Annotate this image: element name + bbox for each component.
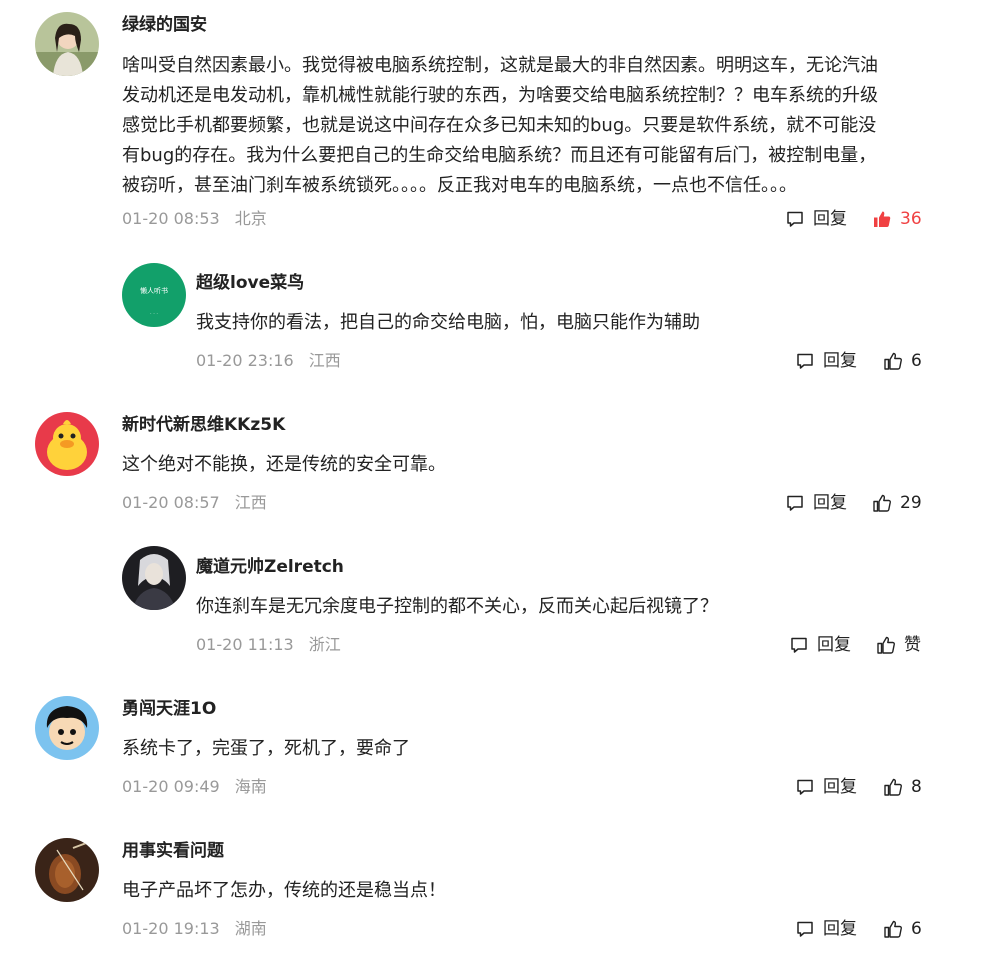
violin-avatar-icon [35, 838, 99, 902]
reply-label: 回复 [813, 209, 847, 229]
dark-anime-avatar-icon [122, 546, 186, 610]
comment-line: 发动机还是电发动机，靠机械性就能行驶的东西，为啥要交给电脑系统控制？？电车系统的… [122, 85, 878, 106]
comment-text: 我支持你的看法，把自己的命交给电脑，怕，电脑只能作为辅助 [196, 308, 700, 338]
like-count: 8 [911, 777, 922, 797]
comment-line: 电子产品坏了怎办，传统的还是稳当点！ [122, 880, 446, 901]
comment-text: 啥叫受自然因素最小。我觉得被电脑系统控制，这就是最大的非自然因素。明明这车，无论… [122, 51, 878, 201]
reply-label: 回复 [817, 635, 851, 655]
girl-portrait-avatar-icon [35, 12, 99, 76]
username[interactable]: 绿绿的国安 [122, 13, 207, 37]
comment-line: 系统卡了，完蛋了，死机了，要命了 [122, 738, 410, 759]
reply-button[interactable]: 回复 [789, 634, 851, 656]
reply-label: 回复 [823, 351, 857, 371]
comment-text: 你连刹车是无冗余度电子控制的都不关心，反而关心起后视镜了？ [196, 592, 718, 622]
like-count: 赞 [904, 635, 921, 655]
location: 江西 [234, 493, 267, 512]
comment-bubble-icon [797, 921, 813, 937]
like-count: 6 [911, 351, 922, 371]
reply-button[interactable]: 回复 [795, 350, 857, 372]
comment-meta: 01-20 08:57 江西 [122, 492, 277, 514]
reply-button[interactable]: 回复 [795, 776, 857, 798]
like-button[interactable]: 赞 [876, 634, 921, 656]
yellow-duck-avatar-icon [35, 412, 99, 476]
reply-label: 回复 [823, 919, 857, 939]
location: 海南 [234, 777, 267, 796]
comment-text: 系统卡了，完蛋了，死机了，要命了 [122, 734, 410, 764]
thumbs-up-icon [877, 636, 895, 654]
comment-line: 这个绝对不能换，还是传统的安全可靠。 [122, 454, 446, 475]
svg-text:· · ·: · · · [150, 311, 158, 317]
svg-text:懒人听书: 懒人听书 [140, 286, 168, 295]
avatar[interactable]: 懒人听书 · · · [122, 263, 186, 327]
like-button[interactable]: 6 [883, 350, 922, 372]
avatar[interactable] [35, 412, 99, 476]
username[interactable]: 用事实看问题 [122, 839, 224, 863]
username[interactable]: 勇闯天涯1O [122, 697, 216, 721]
timestamp: 01-20 11:13 [196, 635, 294, 654]
reply-button[interactable]: 回复 [785, 208, 847, 230]
timestamp: 01-20 19:13 [122, 919, 220, 938]
reply-label: 回复 [823, 777, 857, 797]
avatar[interactable] [35, 12, 99, 76]
comment-meta: 01-20 08:53 北京 [122, 208, 277, 230]
green-badge-avatar-icon: 懒人听书 · · · [122, 263, 186, 327]
timestamp: 01-20 08:57 [122, 493, 220, 512]
thumbs-up-icon [873, 494, 891, 512]
location: 浙江 [308, 635, 341, 654]
comment-meta: 01-20 09:49 海南 [122, 776, 277, 798]
comment-bubble-icon [787, 495, 803, 511]
reply-label: 回复 [813, 493, 847, 513]
comment-text: 这个绝对不能换，还是传统的安全可靠。 [122, 450, 446, 480]
comment-line: 感觉比手机都要频繁，也就是说这中间存在众多已知未知的bug。只要是软件系统，就不… [122, 115, 877, 136]
comment-meta: 01-20 19:13 湖南 [122, 918, 277, 940]
comment-line: 被窃听，甚至油门刹车被系统锁死。。。。反正我对电车的电脑系统，一点也不信任。。。 [122, 175, 797, 196]
reply-button[interactable]: 回复 [795, 918, 857, 940]
thumbs-up-icon [884, 920, 902, 938]
timestamp: 01-20 09:49 [122, 777, 220, 796]
comment-line: 有bug的存在。我为什么要把自己的生命交给电脑系统？而且还有可能留有后门，被控制… [122, 145, 877, 166]
comment-bubble-icon [791, 637, 807, 653]
thumbs-up-icon [884, 778, 902, 796]
like-button[interactable]: 8 [883, 776, 922, 798]
thumbs-up-icon [884, 352, 902, 370]
comment-line: 啥叫受自然因素最小。我觉得被电脑系统控制，这就是最大的非自然因素。明明这车，无论… [122, 55, 878, 76]
username[interactable]: 超级love菜鸟 [196, 271, 304, 295]
location: 北京 [234, 209, 267, 228]
comment-bubble-icon [787, 211, 803, 227]
comment-meta: 01-20 23:16 江西 [196, 350, 351, 372]
like-count: 29 [900, 493, 922, 513]
comment-bubble-icon [797, 353, 813, 369]
thumbs-up-filled-icon [874, 211, 891, 227]
location: 江西 [308, 351, 341, 370]
like-button[interactable]: 6 [883, 918, 922, 940]
comment-meta: 01-20 11:13 浙江 [196, 634, 351, 656]
comment-text: 电子产品坏了怎办，传统的还是稳当点！ [122, 876, 446, 906]
avatar[interactable] [35, 696, 99, 760]
comment-line: 你连刹车是无冗余度电子控制的都不关心，反而关心起后视镜了？ [196, 596, 718, 617]
comment-line: 我支持你的看法，把自己的命交给电脑，怕，电脑只能作为辅助 [196, 312, 700, 333]
cartoon-boy-avatar-icon [35, 696, 99, 760]
avatar[interactable] [122, 546, 186, 610]
like-count: 6 [911, 919, 922, 939]
timestamp: 01-20 08:53 [122, 209, 220, 228]
username[interactable]: 魔道元帅Zelretch [196, 555, 344, 579]
reply-button[interactable]: 回复 [785, 492, 847, 514]
username[interactable]: 新时代新思维KKz5K [122, 413, 285, 437]
like-button[interactable]: 29 [872, 492, 922, 514]
like-button[interactable]: 36 [872, 208, 922, 230]
comment-bubble-icon [797, 779, 813, 795]
location: 湖南 [234, 919, 267, 938]
timestamp: 01-20 23:16 [196, 351, 294, 370]
like-count: 36 [900, 209, 922, 229]
avatar[interactable] [35, 838, 99, 902]
